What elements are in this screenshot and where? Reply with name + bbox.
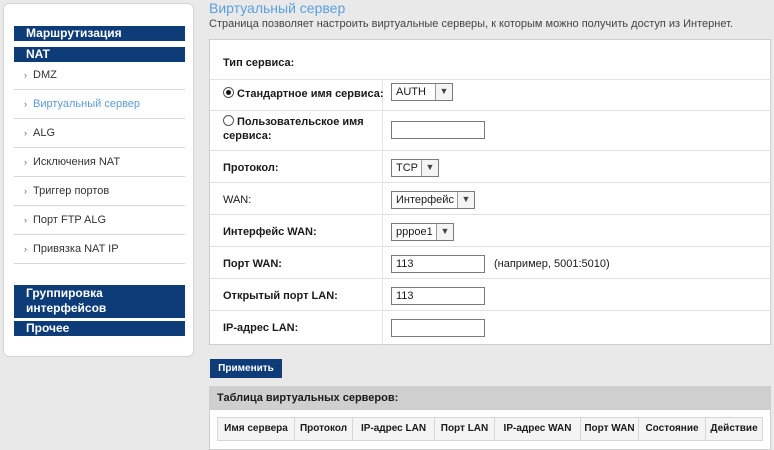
nav-item-ftp-alg-port[interactable]: › Порт FTP ALG [14,206,185,235]
row-protocol: Протокол: TCP ▼ [210,151,771,183]
bullet-arrow-icon: › [24,215,27,225]
apply-button[interactable]: Применить [210,359,282,378]
nav-other[interactable]: Прочее [14,321,185,336]
bullet-arrow-icon: › [24,128,27,138]
nav-nat[interactable]: NAT [14,47,185,62]
col-status: Состояние [639,418,706,440]
nav-interface-grouping[interactable]: Группировка интерфейсов [14,285,185,318]
col-action: Действие [710,423,758,434]
wan-interface-label: Интерфейс WAN: [223,226,317,238]
standard-service-label: Стандартное имя сервиса: [223,87,384,100]
nav-item-nat-ip-binding[interactable]: › Привязка NAT IP [14,235,185,264]
col-server-name: Имя сервера [218,418,295,440]
chevron-down-icon: ▼ [436,224,453,240]
bullet-arrow-icon: › [24,186,27,196]
col-wan-ip: IP-адрес WAN [495,418,581,440]
custom-service-radio[interactable] [223,115,234,126]
nav-item-nat-exclusions[interactable]: › Исключения NAT [14,148,185,177]
chevron-down-icon: ▼ [457,192,474,208]
col-protocol: Протокол [295,418,353,440]
wan-select[interactable]: Интерфейс ▼ [391,191,475,209]
nav-item-alg[interactable]: › ALG [14,119,185,148]
row-lan-ip: IP-адрес LAN: [210,311,771,345]
row-wan-port: Порт WAN: 113 (например, 5001:5010) [210,247,771,279]
row-lan-port: Открытый порт LAN: 113 [210,279,771,311]
wan-label: WAN: [223,194,252,206]
nav-item-port-trigger[interactable]: › Триггер портов [14,177,185,206]
table-title: Таблица виртуальных серверов: [210,387,770,410]
table-header-row: Имя сервера Протокол IP-адрес LAN Порт L… [217,417,763,441]
virtual-server-form: Тип сервиса: Стандартное имя сервиса: AU… [209,39,771,345]
nav-routing[interactable]: Маршрутизация [14,26,185,41]
lan-ip-input[interactable] [391,319,485,337]
chevron-down-icon: ▼ [435,84,452,100]
lan-ip-label: IP-адрес LAN: [223,322,299,334]
custom-service-input[interactable] [391,121,485,139]
lan-port-label: Открытый порт LAN: [223,290,338,302]
col-lan-port: Порт LAN [435,418,495,440]
virtual-server-table: Таблица виртуальных серверов: Имя сервер… [209,386,771,450]
sidebar: Маршрутизация NAT › DMZ › Виртуальный серв… [3,3,194,357]
nav-item-dmz[interactable]: › DMZ [14,61,185,90]
nav-item-virtual-server[interactable]: › Виртуальный сервер [14,90,185,119]
wan-port-label: Порт WAN: [223,258,282,270]
col-lan-ip: IP-адрес LAN [353,418,435,440]
wan-port-hint: (например, 5001:5010) [494,258,610,270]
standard-service-select[interactable]: AUTH ▼ [391,83,453,101]
page-title: Виртуальный сервер [209,0,346,16]
row-standard-service: Стандартное имя сервиса: AUTH ▼ [210,80,771,111]
bullet-arrow-icon: › [24,70,27,80]
row-wan-interface: Интерфейс WAN: pppoe1 ▼ [210,215,771,247]
chevron-down-icon: ▼ [421,160,438,176]
row-service-type: Тип сервиса: [210,40,771,80]
custom-service-label: Пользовательское имя сервиса: [223,115,364,142]
bullet-arrow-icon: › [24,99,27,109]
protocol-label: Протокол: [223,162,279,174]
row-custom-service: Пользовательское имя сервиса: [210,111,771,151]
col-wan-port: Порт WAN [581,418,639,440]
row-wan: WAN: Интерфейс ▼ [210,183,771,215]
standard-service-radio[interactable] [223,87,234,98]
wan-interface-select[interactable]: pppoe1 ▼ [391,223,454,241]
lan-port-input[interactable]: 113 [391,287,485,305]
page-description: Страница позволяет настроить виртуальные… [209,18,733,30]
bullet-arrow-icon: › [24,244,27,254]
protocol-select[interactable]: TCP ▼ [391,159,439,177]
bullet-arrow-icon: › [24,157,27,167]
wan-port-input[interactable]: 113 [391,255,485,273]
service-type-label: Тип сервиса: [223,57,295,69]
